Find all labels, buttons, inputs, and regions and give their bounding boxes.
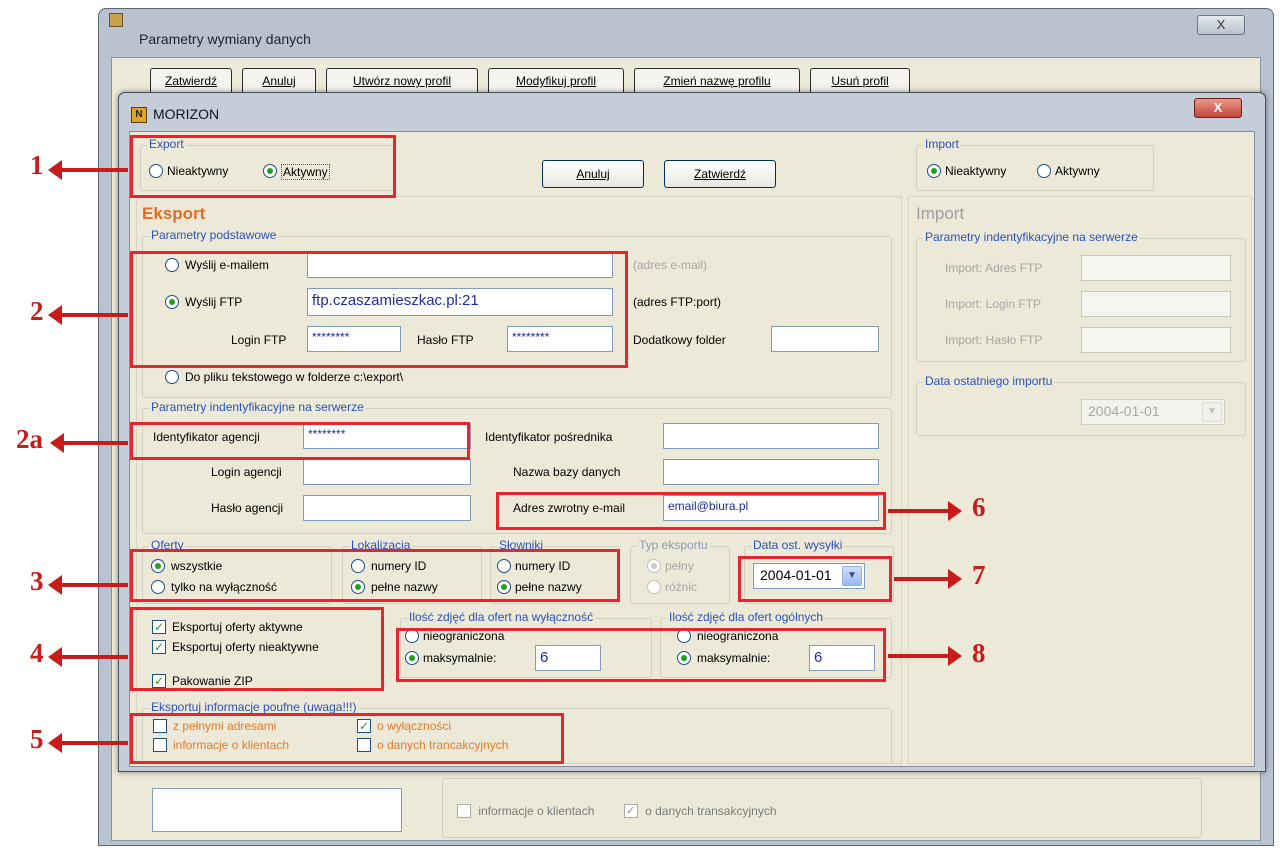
broker-id-input[interactable]	[663, 423, 879, 449]
ident-params-title: Parametry indentyfikacyjne na serwerze	[149, 400, 366, 414]
export-type-full-radio[interactable]	[647, 559, 661, 573]
bg-list-box[interactable]	[152, 788, 402, 832]
dialog-title: MORIZON	[153, 106, 220, 122]
annotation-box-5	[130, 713, 564, 764]
annotation-box-3	[130, 549, 620, 602]
annotation-box-4	[130, 607, 384, 691]
export-type-group: Typ eksportu pełny różnic	[630, 538, 730, 604]
last-import-dropdown[interactable]: 2004-01-01 ▼	[1081, 399, 1225, 425]
annotation-box-6	[496, 492, 886, 530]
bg-client-info-label: informacje o klientach	[478, 803, 595, 818]
import-ftp-address-input[interactable]	[1081, 255, 1231, 281]
annotation-arrow-3	[48, 575, 128, 595]
annotation-arrow-2a	[50, 433, 128, 453]
bg-new-profile-button[interactable]: Utwórz nowy profil	[326, 68, 478, 94]
annotation-box-8	[396, 628, 886, 682]
last-send-title: Data ost. wysyłki	[751, 538, 845, 552]
annotation-arrow-4	[48, 647, 128, 667]
email-hint: (adres e-mail)	[633, 258, 708, 272]
extra-folder-label: Dodatkowy folder	[633, 333, 726, 347]
import-ftp-password-label: Import: Hasło FTP	[945, 333, 1043, 347]
import-ident-group: Parametry indentyfikacyjne na serwerze I…	[916, 230, 1246, 362]
morizon-app-icon: N	[131, 107, 147, 123]
import-inactive-radio[interactable]	[927, 164, 941, 178]
bg-transaction-label: o danych transakcyjnych	[645, 803, 777, 818]
extra-folder-input[interactable]	[771, 326, 879, 352]
annotation-number-2a: 2a	[16, 424, 43, 454]
import-toggle-title: Import	[923, 137, 962, 151]
annotation-box-2	[130, 251, 628, 368]
import-active-radio[interactable]	[1037, 164, 1051, 178]
to-file-label: Do pliku tekstowego w folderze c:\export…	[185, 370, 404, 384]
background-close-button[interactable]: X	[1197, 15, 1245, 35]
annotation-number-5: 5	[30, 724, 44, 754]
bg-modify-profile-button[interactable]: Modyfikuj profil	[488, 68, 624, 94]
dialog-close-button[interactable]: X	[1194, 98, 1242, 118]
export-type-title: Typ eksportu	[637, 538, 710, 552]
background-window-title: Parametry wymiany danych	[139, 31, 311, 47]
import-toggle-group: Import Nieaktywny Aktywny	[916, 137, 1154, 191]
import-active-label: Aktywny	[1055, 164, 1100, 178]
annotation-box-1	[130, 135, 396, 198]
annotation-number-4: 4	[30, 638, 44, 668]
annotation-arrow-5	[48, 733, 128, 753]
dialog-confirm-button[interactable]: Zatwierdź	[664, 160, 776, 188]
export-type-partial-label: różnic	[665, 580, 698, 594]
app-icon	[109, 13, 123, 27]
annotation-number-8: 8	[972, 638, 986, 668]
import-ftp-password-input[interactable]	[1081, 327, 1231, 353]
agency-login-input[interactable]	[303, 459, 471, 485]
import-ftp-login-label: Import: Login FTP	[945, 297, 1042, 311]
import-ftp-login-input[interactable]	[1081, 291, 1231, 317]
import-ident-title: Parametry indentyfikacyjne na serwerze	[923, 230, 1140, 244]
annotation-number-6: 6	[972, 492, 986, 522]
annotation-arrow-6	[888, 501, 962, 521]
agency-password-input[interactable]	[303, 495, 471, 521]
dialog-cancel-label: Anuluj	[576, 167, 610, 181]
annotation-arrow-1	[48, 160, 128, 180]
last-import-value: 2004-01-01	[1088, 403, 1160, 419]
import-inactive-label: Nieaktywny	[945, 164, 1007, 178]
agency-login-label: Login agencji	[211, 465, 282, 479]
photos-general-title: Ilość zdjęć dla ofert ogólnych	[667, 610, 826, 624]
annotation-box-2a	[130, 422, 470, 460]
to-file-radio[interactable]	[165, 370, 179, 384]
chevron-down-icon[interactable]: ▼	[1202, 402, 1222, 422]
annotation-box-7	[738, 556, 892, 602]
bg-delete-profile-button[interactable]: Usuń profil	[810, 68, 910, 94]
eksport-heading: Eksport	[142, 204, 206, 223]
bg-cancel-button[interactable]: Anuluj	[242, 68, 316, 94]
import-ftp-address-label: Import: Adres FTP	[945, 261, 1043, 275]
annotation-arrow-8	[888, 646, 962, 666]
broker-id-label: Identyfikator pośrednika	[485, 430, 613, 444]
confidential-title: Eksportuj informacje poufne (uwaga!!!)	[149, 700, 359, 714]
basic-params-title: Parametry podstawowe	[149, 228, 279, 242]
import-heading: Import	[916, 204, 965, 223]
db-name-label: Nazwa bazy danych	[513, 465, 621, 479]
photos-exclusive-title: Ilość zdjęć dla ofert na wyłączność	[407, 610, 596, 624]
ftp-hint: (adres FTP:port)	[633, 295, 722, 309]
bg-rename-profile-button[interactable]: Zmień nazwę profilu	[634, 68, 800, 94]
annotation-number-3: 3	[30, 566, 44, 596]
annotation-number-1: 1	[30, 150, 44, 180]
annotation-number-7: 7	[972, 560, 986, 590]
annotation-arrow-2	[48, 305, 128, 325]
export-type-partial-radio[interactable]	[647, 580, 661, 594]
dialog-cancel-button[interactable]: Anuluj	[542, 160, 644, 188]
db-name-input[interactable]	[663, 459, 879, 485]
last-import-group: Data ostatniego importu 2004-01-01 ▼	[916, 374, 1246, 436]
bg-confirm-button[interactable]: Zatwierdź	[150, 68, 232, 94]
export-type-full-label: pełny	[665, 559, 694, 573]
annotation-number-2: 2	[30, 296, 44, 326]
bg-confidential-row: informacje o klientach ✓ o danych transa…	[457, 803, 777, 818]
dialog-confirm-label: Zatwierdź	[693, 167, 746, 181]
agency-password-label: Hasło agencji	[211, 501, 284, 515]
last-import-title: Data ostatniego importu	[923, 374, 1055, 388]
annotation-arrow-7	[894, 569, 962, 589]
